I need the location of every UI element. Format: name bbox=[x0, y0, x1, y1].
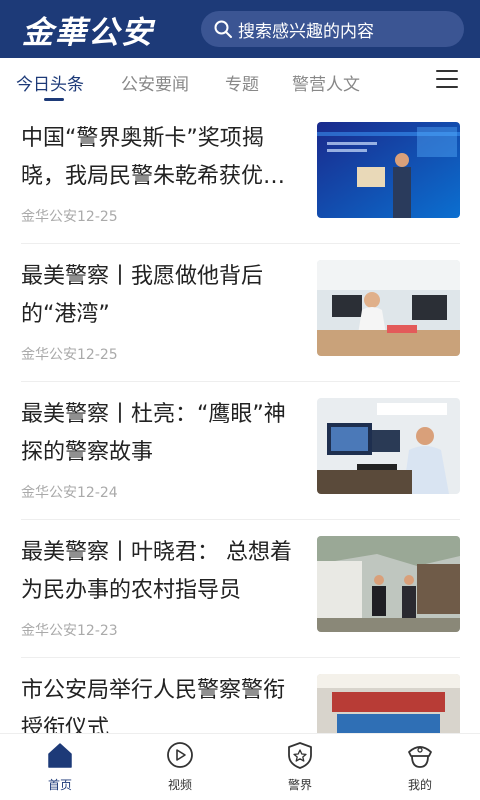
play-icon bbox=[167, 742, 193, 768]
nav-home[interactable]: 首页 bbox=[20, 740, 100, 793]
app-header: 金華公安 搜索感兴趣的内容 bbox=[0, 0, 480, 58]
news-title[interactable]: 市公安局举行人民警察警衔授衔仪式 bbox=[21, 672, 306, 733]
search-placeholder: 搜索感兴趣的内容 bbox=[238, 21, 374, 42]
nav-label: 视频 bbox=[167, 778, 192, 792]
nav-mine[interactable]: 我的 bbox=[380, 740, 460, 793]
news-title[interactable]: 最美警察丨杜亮：“鹰眼”神探的警察故事 bbox=[21, 396, 306, 472]
search-icon bbox=[214, 20, 232, 38]
nav-label: 警界 bbox=[287, 778, 312, 792]
news-thumbnail[interactable] bbox=[317, 122, 460, 218]
news-thumbnail[interactable] bbox=[317, 398, 460, 494]
nav-label: 我的 bbox=[407, 778, 432, 792]
list-item[interactable]: 最美警察丨杜亮：“鹰眼”神探的警察故事 金华公安12-24 bbox=[0, 382, 480, 520]
news-meta: 金华公安12-24 bbox=[21, 485, 118, 501]
nav-police-world[interactable]: 警界 bbox=[260, 740, 340, 793]
app-logo: 金華公安 bbox=[22, 15, 154, 51]
news-title[interactable]: 中国“警界奥斯卡”奖项揭晓，我局民警朱乾希获优… bbox=[21, 120, 306, 196]
home-icon bbox=[48, 743, 72, 768]
news-feed[interactable]: 中国“警界奥斯卡”奖项揭晓，我局民警朱乾希获优… 金华公安12-25 最美警察丨… bbox=[0, 106, 480, 733]
list-item[interactable]: 最美警察丨叶晓君： 总想着为民办事的农村指导员 金华公安12-23 bbox=[0, 520, 480, 658]
nav-video[interactable]: 视频 bbox=[140, 740, 220, 793]
active-tab-indicator bbox=[44, 98, 64, 101]
bottom-navigation: 首页 视频 警界 我的 bbox=[0, 733, 480, 800]
news-meta: 金华公安12-23 bbox=[21, 623, 118, 639]
nav-label: 首页 bbox=[47, 778, 72, 792]
tab-topics[interactable]: 专题 bbox=[225, 70, 259, 95]
list-item[interactable]: 中国“警界奥斯卡”奖项揭晓，我局民警朱乾希获优… 金华公安12-25 bbox=[0, 106, 480, 244]
news-title[interactable]: 最美警察丨叶晓君： 总想着为民办事的农村指导员 bbox=[21, 534, 306, 610]
tab-headlines[interactable]: 今日头条 bbox=[16, 70, 84, 95]
menu-icon[interactable] bbox=[436, 70, 458, 90]
news-thumbnail[interactable] bbox=[317, 260, 460, 356]
news-thumbnail[interactable] bbox=[317, 536, 460, 632]
list-item[interactable]: 市公安局举行人民警察警衔授衔仪式 bbox=[0, 658, 480, 733]
news-meta: 金华公安12-25 bbox=[21, 347, 118, 363]
news-title[interactable]: 最美警察丨我愿做他背后的“港湾” bbox=[21, 258, 306, 334]
police-badge-icon bbox=[288, 742, 312, 769]
news-thumbnail[interactable] bbox=[317, 674, 460, 733]
category-tabs: 今日头条 公安要闻 专题 警营人文 bbox=[0, 58, 480, 106]
tab-police-news[interactable]: 公安要闻 bbox=[121, 70, 189, 95]
tab-police-culture[interactable]: 警营人文 bbox=[292, 70, 360, 95]
news-meta: 金华公安12-25 bbox=[21, 209, 118, 225]
list-item[interactable]: 最美警察丨我愿做他背后的“港湾” 金华公安12-25 bbox=[0, 244, 480, 382]
police-cap-icon bbox=[408, 746, 432, 768]
search-bar[interactable]: 搜索感兴趣的内容 bbox=[201, 11, 464, 47]
